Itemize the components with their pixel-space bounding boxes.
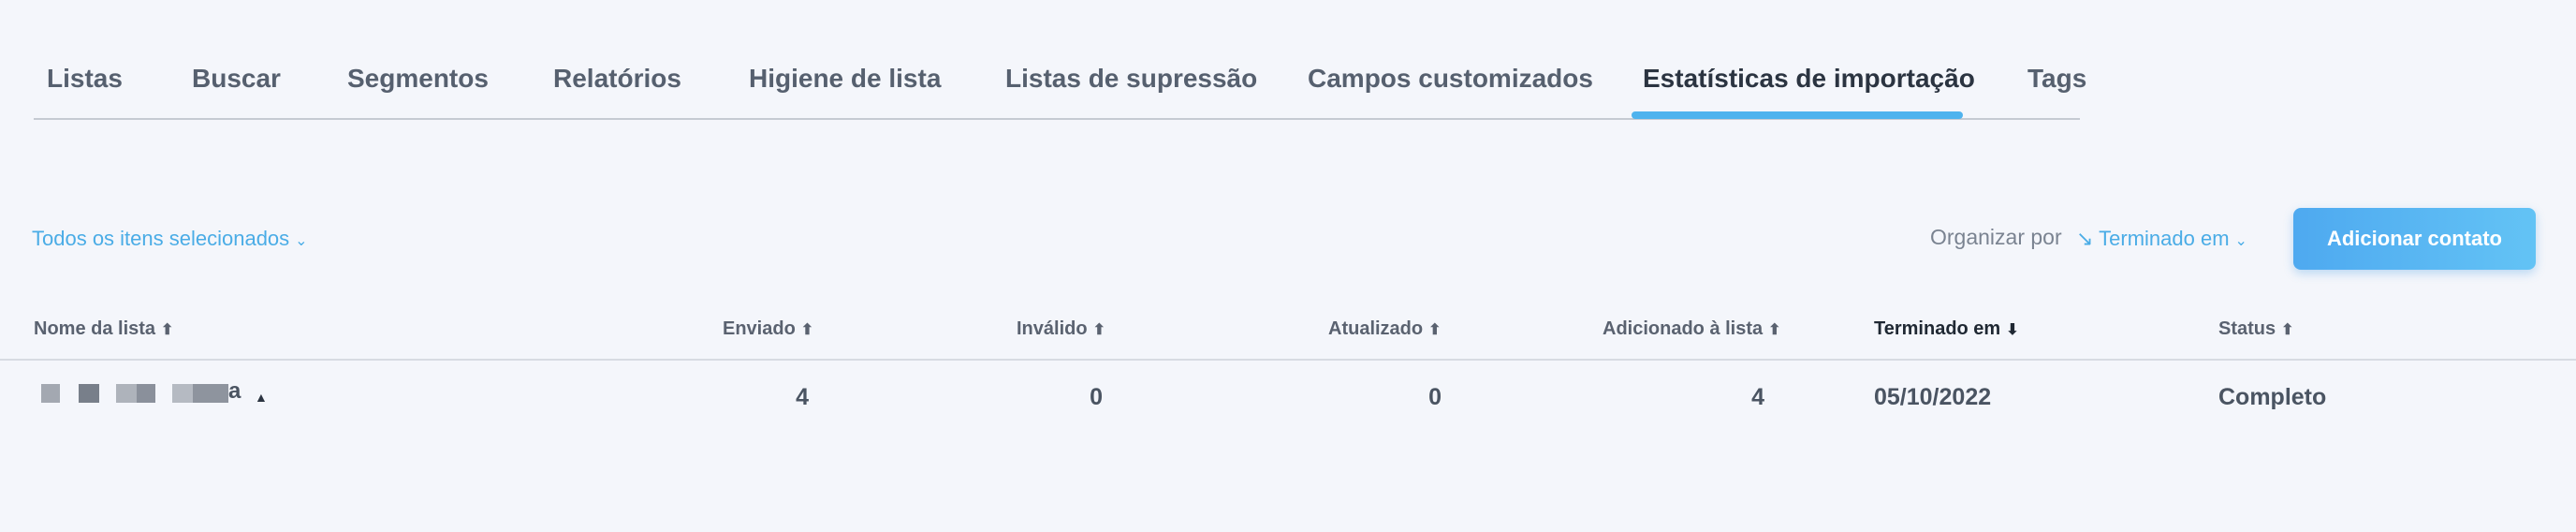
arrow-up-icon: ⬆ [2281,322,2294,338]
cell-terminado-em: 05/10/2022 [1874,384,1992,410]
redacted-text [79,384,99,403]
arrow-up-icon: ⬆ [161,322,174,338]
tab-relatorios[interactable]: Relatórios [553,64,681,94]
arrow-up-icon: ⬆ [1428,322,1442,338]
filter-label: Todos os itens selecionados [32,227,290,250]
chevron-down-icon: ⌄ [2234,233,2247,249]
column-label: Atualizado [1328,318,1424,339]
column-label: Inválido [1017,318,1088,339]
add-contact-button[interactable]: Adicionar contato [2293,208,2536,270]
column-header-adicionado-a-lista[interactable]: Adicionado à lista ⬆ [1603,318,1781,340]
column-header-atualizado[interactable]: Atualizado ⬆ [1328,318,1442,340]
column-header-nome-da-lista[interactable]: Nome da lista ⬆ [34,318,173,340]
redacted-text [116,384,137,403]
filter-dropdown[interactable]: Todos os itens selecionados ⌄ [32,227,308,251]
cell-invalido: 0 [1090,384,1103,410]
sort-value: ↘ Terminado em [2076,227,2230,250]
tab-segmentos[interactable]: Segmentos [347,64,489,94]
tab-estatisticas-de-importacao[interactable]: Estatísticas de importação [1643,64,1975,94]
column-header-invalido[interactable]: Inválido ⬆ [1017,318,1105,340]
caret-up-icon[interactable]: ▲ [255,390,268,405]
list-name[interactable]: a [228,378,241,405]
tab-higiene-de-lista[interactable]: Higiene de lista [749,64,941,94]
chevron-down-icon: ⌄ [295,233,308,249]
cell-enviado: 4 [796,384,809,410]
tab-listas-de-supressao[interactable]: Listas de supressão [1005,64,1257,94]
arrow-up-icon: ⬆ [1768,322,1781,338]
sort-label: Organizar por [1930,225,2062,249]
arrow-up-icon: ⬆ [800,322,814,338]
table-header-divider [0,359,2576,361]
tab-buscar[interactable]: Buscar [192,64,281,94]
column-label: Status [2218,318,2276,339]
arrow-down-icon: ⬇ [2006,322,2019,338]
cell-atualizado: 0 [1428,384,1442,410]
redacted-text [193,384,228,403]
cell-status: Completo [2218,384,2327,410]
redacted-text [41,384,60,403]
redacted-text [137,384,155,403]
column-label: Nome da lista [34,318,156,339]
tab-tags[interactable]: Tags [2027,64,2086,94]
column-header-enviado[interactable]: Enviado ⬆ [723,318,813,340]
sort-dropdown[interactable]: ↘ Terminado em ⌄ [2076,227,2247,251]
column-header-status[interactable]: Status ⬆ [2218,318,2294,340]
column-label: Adicionado à lista [1603,318,1764,339]
arrow-up-icon: ⬆ [1092,322,1105,338]
tab-listas[interactable]: Listas [47,64,123,94]
column-header-terminado-em[interactable]: Terminado em ⬇ [1874,318,2019,340]
nav-tabs: Listas Buscar Segmentos Relatórios Higie… [34,0,2086,120]
column-label: Terminado em [1874,318,2001,339]
cell-adicionado: 4 [1751,384,1764,410]
active-tab-indicator [1632,111,1963,119]
tab-campos-customizados[interactable]: Campos customizados [1308,64,1593,94]
column-label: Enviado [723,318,796,339]
